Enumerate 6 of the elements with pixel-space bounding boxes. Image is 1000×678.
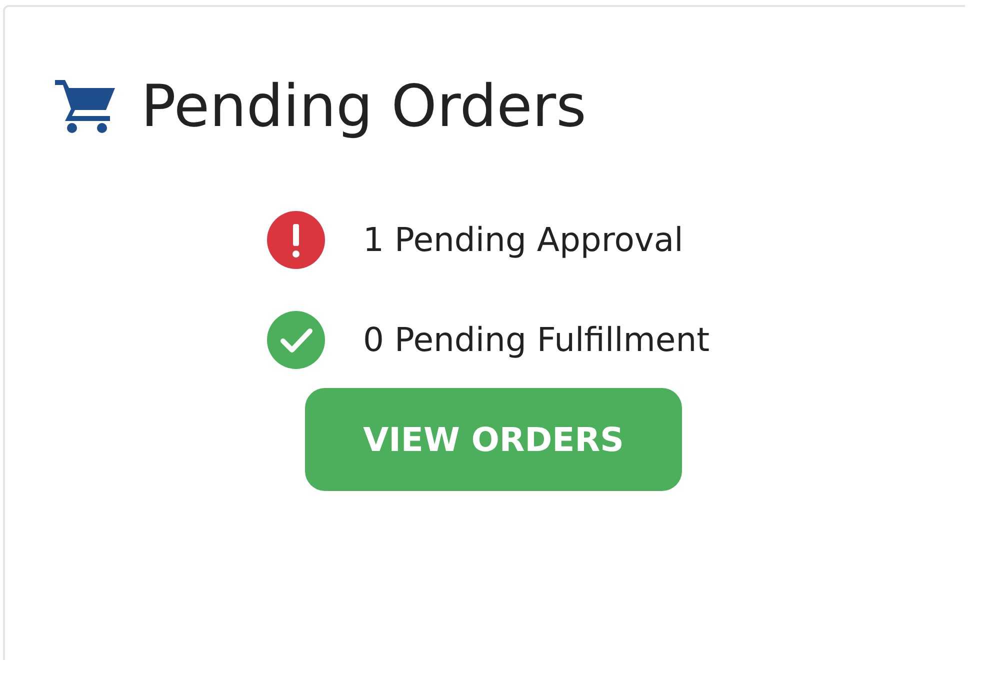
view-orders-button[interactable]: VIEW ORDERS [305, 388, 682, 491]
status-text: 1 Pending Approval [363, 219, 684, 262]
status-text: 0 Pending Fulfillment [363, 319, 710, 362]
check-icon [267, 311, 325, 369]
alert-icon [267, 211, 325, 269]
cart-icon [55, 78, 117, 134]
